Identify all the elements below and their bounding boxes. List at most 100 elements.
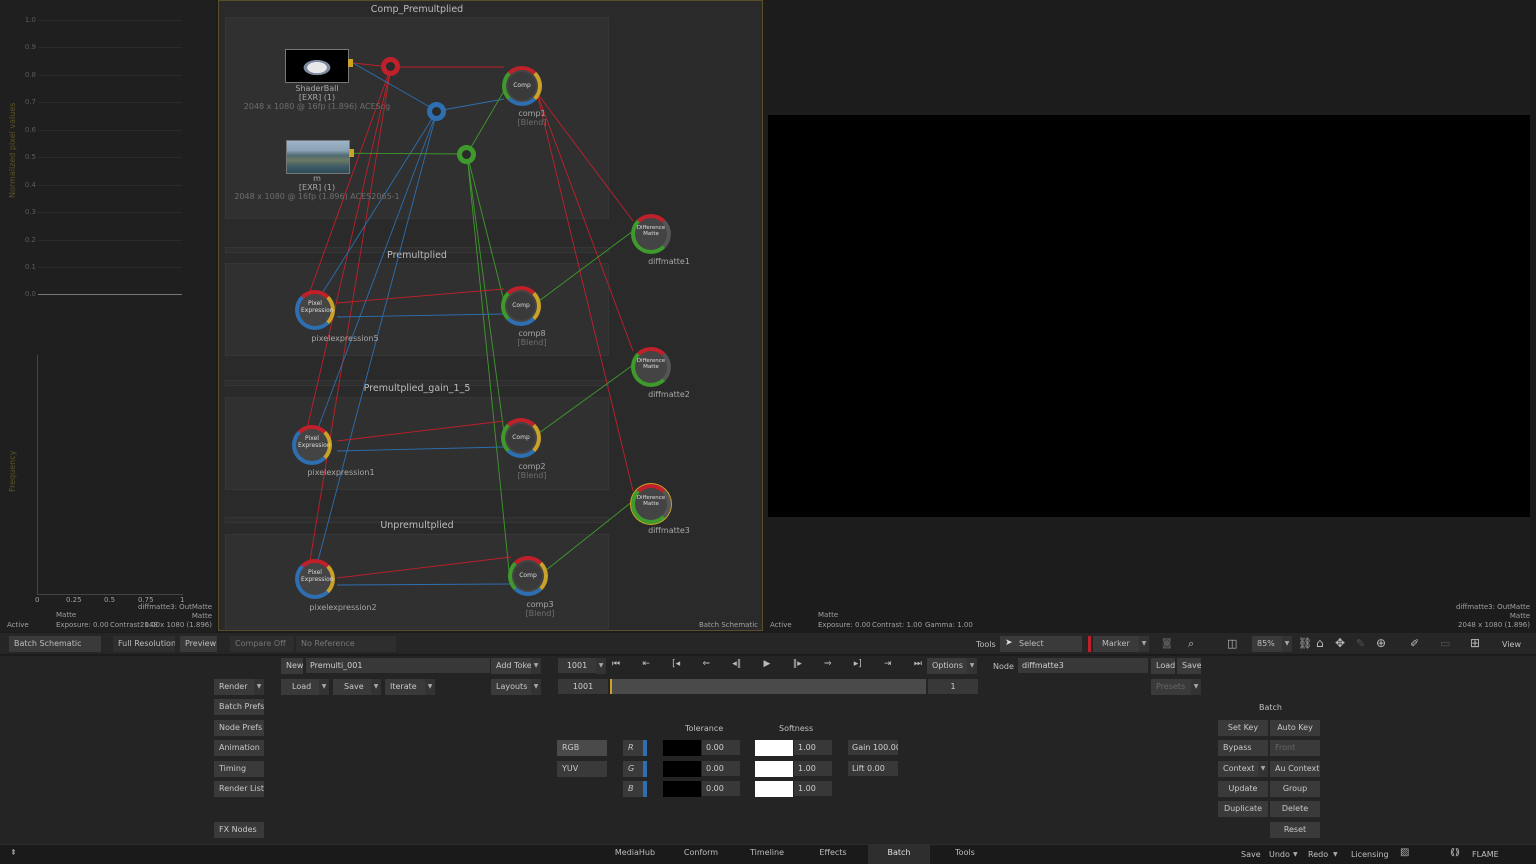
- batch-schematic[interactable]: Comp_Premultplied Premultplied Premultpl…: [218, 0, 763, 631]
- step-forward-icon[interactable]: ‖▸: [793, 659, 802, 674]
- softness-swatch[interactable]: [755, 740, 793, 756]
- yuv-mode-button[interactable]: YUV: [557, 761, 607, 777]
- m-thumbnail[interactable]: [286, 140, 350, 174]
- presets-dropdown-icon[interactable]: ▼: [1191, 679, 1201, 695]
- layouts-button[interactable]: Layouts: [491, 679, 531, 695]
- full-resolution-button[interactable]: Full Resolution: [113, 636, 175, 652]
- tab-conform[interactable]: Conform: [672, 844, 730, 864]
- set-key-button[interactable]: Set Key: [1218, 720, 1268, 736]
- compare-dropdown[interactable]: Compare Off: [230, 636, 294, 652]
- end-frame-field[interactable]: 1: [928, 679, 978, 694]
- zoom-icon[interactable]: ⌕: [1188, 637, 1194, 651]
- softness-swatch[interactable]: [755, 781, 793, 797]
- render-button[interactable]: Render: [214, 679, 254, 695]
- add-view-icon[interactable]: ⊞: [1470, 636, 1480, 650]
- node-save-button[interactable]: Save: [1177, 658, 1201, 674]
- tolerance-swatch[interactable]: [663, 740, 701, 756]
- view-menu[interactable]: View: [1502, 640, 1521, 649]
- tolerance-swatch[interactable]: [663, 761, 701, 777]
- update-button[interactable]: Update: [1218, 781, 1268, 797]
- options-button[interactable]: Options: [927, 658, 967, 674]
- timeline-scrubber[interactable]: [610, 679, 926, 694]
- shaderball-thumbnail[interactable]: [285, 49, 349, 83]
- prev-keyframe-icon[interactable]: ⇤: [642, 659, 650, 674]
- in-point-icon[interactable]: [◂: [672, 659, 680, 674]
- tab-timeline[interactable]: Timeline: [738, 844, 796, 864]
- start-frame-field[interactable]: 1001: [558, 679, 608, 694]
- link-icon[interactable]: ⛓: [1298, 637, 1312, 650]
- next-keyframe-icon[interactable]: ⇥: [884, 659, 892, 674]
- go-to-start-icon[interactable]: ⏮: [612, 659, 620, 674]
- blue-dot-node[interactable]: [427, 102, 446, 121]
- render-dropdown-icon[interactable]: ▼: [254, 679, 264, 695]
- context-dropdown-icon[interactable]: ▼: [1258, 761, 1268, 777]
- presets-button[interactable]: Presets: [1151, 679, 1191, 695]
- zoom-level[interactable]: 85%: [1252, 636, 1282, 652]
- home-icon[interactable]: ⌂: [1316, 636, 1324, 650]
- tolerance-swatch[interactable]: [663, 781, 701, 797]
- prev-marker-icon[interactable]: ⇐: [702, 659, 710, 674]
- undo-button[interactable]: Undo: [1269, 850, 1290, 859]
- softness-swatch[interactable]: [755, 761, 793, 777]
- save-dropdown-icon[interactable]: ▼: [371, 679, 381, 695]
- duplicate-button[interactable]: Duplicate: [1218, 801, 1268, 817]
- fx-nodes-button[interactable]: FX Nodes: [214, 822, 264, 838]
- camera-icon[interactable]: ◙: [1162, 638, 1172, 649]
- step-back-icon[interactable]: ◂‖: [732, 659, 741, 674]
- au-context-button[interactable]: Au Context: [1270, 761, 1320, 777]
- overlay-icon[interactable]: ▭: [1440, 637, 1450, 650]
- load-button[interactable]: Load: [281, 679, 319, 695]
- load-dropdown-icon[interactable]: ▼: [319, 679, 329, 695]
- current-frame-field[interactable]: 1001: [558, 658, 596, 673]
- output-socket[interactable]: [349, 149, 354, 157]
- auto-key-button[interactable]: Auto Key: [1270, 720, 1320, 736]
- reference-dropdown[interactable]: No Reference: [296, 636, 396, 652]
- undo-dropdown-icon[interactable]: ▼: [1293, 851, 1298, 858]
- batch-name-field[interactable]: Premulti_001: [306, 658, 490, 673]
- image-viewer[interactable]: [768, 115, 1530, 517]
- blue-tolerance-field[interactable]: 0.00: [702, 781, 740, 796]
- marker-tool[interactable]: Marker: [1093, 636, 1139, 652]
- next-marker-icon[interactable]: ⇒: [824, 659, 832, 674]
- add-token-button[interactable]: Add Token: [491, 658, 533, 674]
- gain-field[interactable]: Gain 100.00: [848, 740, 898, 755]
- redo-dropdown-icon[interactable]: ▼: [1333, 851, 1338, 858]
- tab-mediahub[interactable]: MediaHub: [606, 844, 664, 864]
- licensing-button[interactable]: Licensing: [1351, 850, 1389, 859]
- preview-button[interactable]: Preview: [180, 636, 217, 652]
- node-load-button[interactable]: Load: [1151, 658, 1175, 674]
- view-mode-dropdown[interactable]: Batch Schematic: [9, 636, 101, 652]
- tab-batch[interactable]: Batch: [868, 844, 930, 864]
- options-dropdown-icon[interactable]: ▼: [967, 658, 977, 674]
- zoom-dropdown-icon[interactable]: ▼: [1282, 636, 1292, 652]
- green-tolerance-field[interactable]: 0.00: [702, 761, 740, 776]
- reset-button[interactable]: Reset: [1270, 822, 1320, 838]
- frame-dropdown-icon[interactable]: ▼: [596, 658, 606, 674]
- animation-button[interactable]: Animation: [214, 740, 264, 756]
- green-dot-node[interactable]: [457, 145, 476, 164]
- front-button[interactable]: Front: [1270, 740, 1320, 756]
- render-list-button[interactable]: Render List: [214, 781, 264, 797]
- eyedropper-icon[interactable]: ✎: [1356, 637, 1365, 650]
- group-button[interactable]: Group: [1270, 781, 1320, 797]
- new-button[interactable]: New: [281, 658, 303, 674]
- tab-tools[interactable]: Tools: [936, 844, 994, 864]
- bypass-button[interactable]: Bypass: [1218, 740, 1268, 756]
- context-button[interactable]: Context: [1218, 761, 1258, 777]
- iterate-dropdown-icon[interactable]: ▼: [425, 679, 435, 695]
- output-socket[interactable]: [348, 59, 353, 67]
- red-dot-node[interactable]: [381, 57, 400, 76]
- split-view-icon[interactable]: ◫: [1227, 637, 1237, 650]
- delete-button[interactable]: Delete: [1270, 801, 1320, 817]
- blue-channel-button[interactable]: B: [623, 781, 643, 797]
- save-button[interactable]: Save: [333, 679, 371, 695]
- batch-prefs-button[interactable]: Batch Prefs: [214, 699, 264, 715]
- node-prefs-button[interactable]: Node Prefs: [214, 720, 264, 736]
- rgb-mode-button[interactable]: RGB: [557, 740, 607, 756]
- go-to-end-icon[interactable]: ⏭: [914, 659, 922, 674]
- add-token-dropdown-icon[interactable]: ▼: [531, 658, 541, 674]
- save-project-button[interactable]: Save: [1241, 850, 1261, 859]
- iterate-button[interactable]: Iterate: [385, 679, 425, 695]
- tab-effects[interactable]: Effects: [804, 844, 862, 864]
- node-name-field[interactable]: diffmatte3: [1018, 658, 1148, 673]
